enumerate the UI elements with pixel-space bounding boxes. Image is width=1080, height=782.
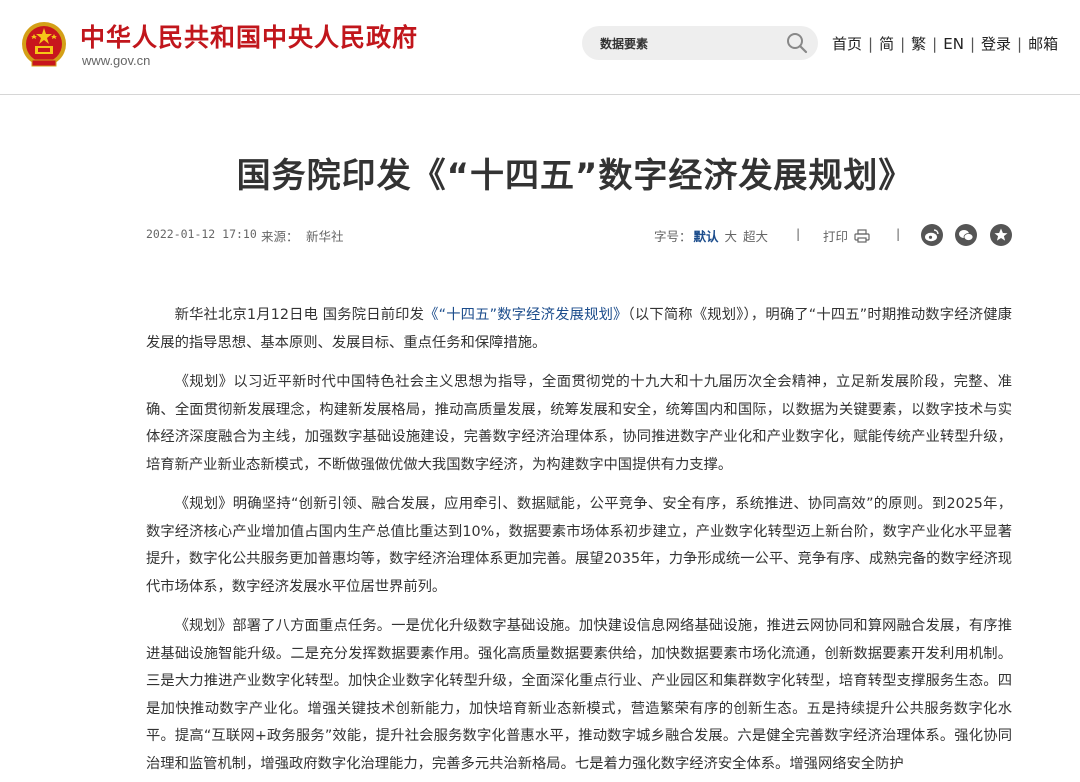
print-label: 打印 xyxy=(823,229,849,244)
nav-separator: | xyxy=(900,35,906,53)
site-header: 中华人民共和国中央人民政府 www.gov.cn 首页 | 简 | 繁 | EN | 登录 | 邮箱 xyxy=(0,0,1080,95)
font-size-controls: 字号： 默认 大 超大 xyxy=(654,226,768,245)
article-title: 国务院印发《“十四五”数字经济发展规划》 xyxy=(236,156,914,196)
national-emblem-icon[interactable] xyxy=(20,20,68,70)
paragraph-text: 新华社北京1月12日电 国务院日前印发 xyxy=(174,307,425,323)
site-url[interactable]: www.gov.cn xyxy=(82,53,150,68)
article-body: 新华社北京1月12日电 国务院日前印发《“十四五”数字经济发展规划》（以下简称《… xyxy=(146,302,1012,782)
font-size-large[interactable]: 大 xyxy=(725,229,738,244)
wechat-icon[interactable] xyxy=(955,224,977,246)
nav-mailbox[interactable]: 邮箱 xyxy=(1028,35,1058,53)
meta-divider: | xyxy=(896,226,901,241)
paragraph: 新华社北京1月12日电 国务院日前印发《“十四五”数字经济发展规划》（以下简称《… xyxy=(146,302,1012,357)
weibo-icon[interactable] xyxy=(921,224,943,246)
publish-date: 2022-01-12 17:10 xyxy=(146,227,257,241)
search-icon[interactable] xyxy=(786,32,808,54)
nav-separator: | xyxy=(932,35,938,53)
paragraph: 《规划》部署了八方面重点任务。一是优化升级数字基础设施。加快建设信息网络基础设施… xyxy=(146,618,1012,772)
nav-separator: | xyxy=(1017,35,1023,53)
favorite-icon[interactable] xyxy=(990,224,1012,246)
search-box xyxy=(582,26,818,60)
paragraph: 《规划》以习近平新时代中国特色社会主义思想为指导，全面贯彻党的十九大和十九届历次… xyxy=(146,374,1012,473)
nav-separator: | xyxy=(868,35,874,53)
top-nav: 首页 | 简 | 繁 | EN | 登录 | 邮箱 xyxy=(832,33,1058,54)
source-name: 新华社 xyxy=(306,229,344,244)
nav-separator: | xyxy=(969,35,975,53)
nav-english[interactable]: EN xyxy=(943,35,964,53)
meta-divider: | xyxy=(796,226,801,241)
nav-login[interactable]: 登录 xyxy=(981,35,1011,53)
font-size-label: 字号： xyxy=(654,229,692,244)
search-input[interactable] xyxy=(582,26,782,60)
print-button[interactable]: 打印 xyxy=(823,226,870,245)
source-label: 来源： xyxy=(261,229,299,244)
font-size-default[interactable]: 默认 xyxy=(694,229,719,244)
plan-document-link[interactable]: 《“十四五”数字经济发展规划》 xyxy=(424,307,627,323)
printer-icon xyxy=(854,229,870,243)
nav-simplified[interactable]: 简 xyxy=(879,35,894,53)
paragraph: 《规划》明确坚持“创新引领、融合发展，应用牵引、数据赋能，公平竞争、安全有序，系… xyxy=(146,496,1012,595)
nav-traditional[interactable]: 繁 xyxy=(911,35,926,53)
site-title[interactable]: 中华人民共和国中央人民政府 xyxy=(80,18,418,54)
article-meta: 2022-01-12 17:10 来源： 新华社 字号： 默认 大 超大 | 打印… xyxy=(146,224,1012,246)
nav-home[interactable]: 首页 xyxy=(832,35,862,53)
font-size-xlarge[interactable]: 超大 xyxy=(743,229,768,244)
